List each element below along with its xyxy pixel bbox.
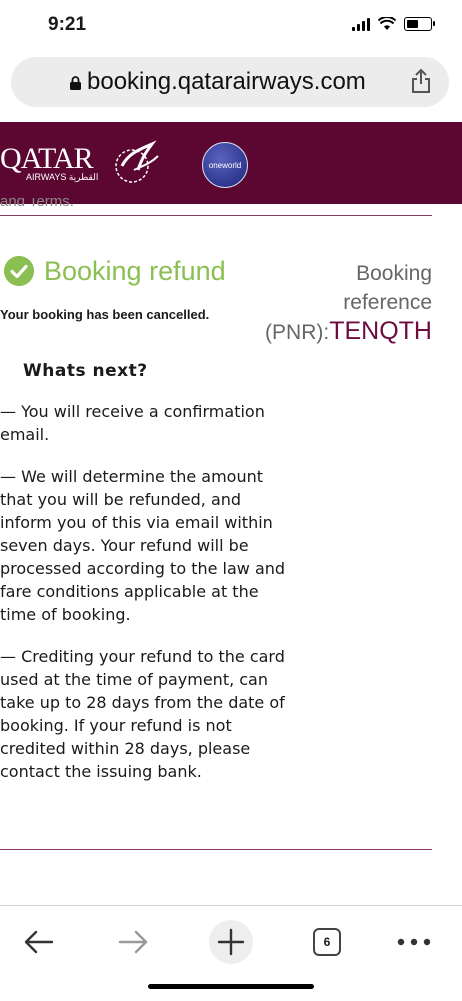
cellular-signal-icon [352, 17, 370, 31]
brand-header: QATAR AIRWAYS القطرية oneworld [0, 122, 462, 204]
back-arrow-icon [24, 930, 54, 954]
next-step-3: — Crediting your refund to the card used… [0, 647, 285, 781]
pnr-label-line-2: reference [343, 291, 432, 314]
pnr-block: Booking reference (PNR):TENQTH [262, 259, 432, 347]
forward-arrow-icon [118, 930, 148, 954]
page-title: Booking refund [44, 256, 226, 286]
qatar-logo: QATAR [0, 142, 94, 175]
tabs-button[interactable]: 6 [305, 920, 349, 964]
bottom-divider [0, 849, 432, 850]
pnr-label-line-1: Booking [356, 262, 432, 285]
status-icons [352, 17, 435, 31]
pnr-label-line-3: (PNR): [265, 321, 330, 344]
url-text: booking.qatarairways.com [87, 68, 366, 95]
status-bar: 9:21 [0, 0, 462, 50]
oryx-logo-icon [115, 140, 159, 183]
back-button[interactable] [16, 920, 60, 964]
plus-icon [217, 928, 245, 956]
more-dots-icon [397, 938, 431, 946]
pnr-value: TENQTH [329, 317, 432, 345]
new-tab-button[interactable] [209, 920, 253, 964]
check-circle-icon [4, 256, 34, 286]
more-menu-button[interactable] [392, 920, 436, 964]
lock-icon [70, 76, 81, 90]
home-indicator[interactable] [148, 984, 314, 989]
next-step-1: — You will receive a confirmation email. [0, 402, 265, 444]
address-bar[interactable]: booking.qatarairways.com [11, 57, 449, 107]
oneworld-logo: oneworld [202, 142, 248, 188]
share-icon[interactable] [411, 68, 431, 94]
whats-next-heading: Whats next? [23, 361, 148, 381]
next-step-2: — We will determine the amount that you … [0, 467, 286, 624]
battery-icon [404, 17, 435, 31]
wifi-icon [378, 17, 396, 30]
forward-button[interactable] [112, 920, 156, 964]
cutoff-text: and Terms. [0, 198, 74, 206]
cancellation-status: Your booking has been cancelled. [0, 307, 210, 322]
status-time: 9:21 [48, 14, 87, 35]
tab-count-icon: 6 [313, 928, 341, 956]
top-divider [0, 215, 432, 216]
qatar-logo-subtext: AIRWAYS القطرية [26, 172, 99, 182]
